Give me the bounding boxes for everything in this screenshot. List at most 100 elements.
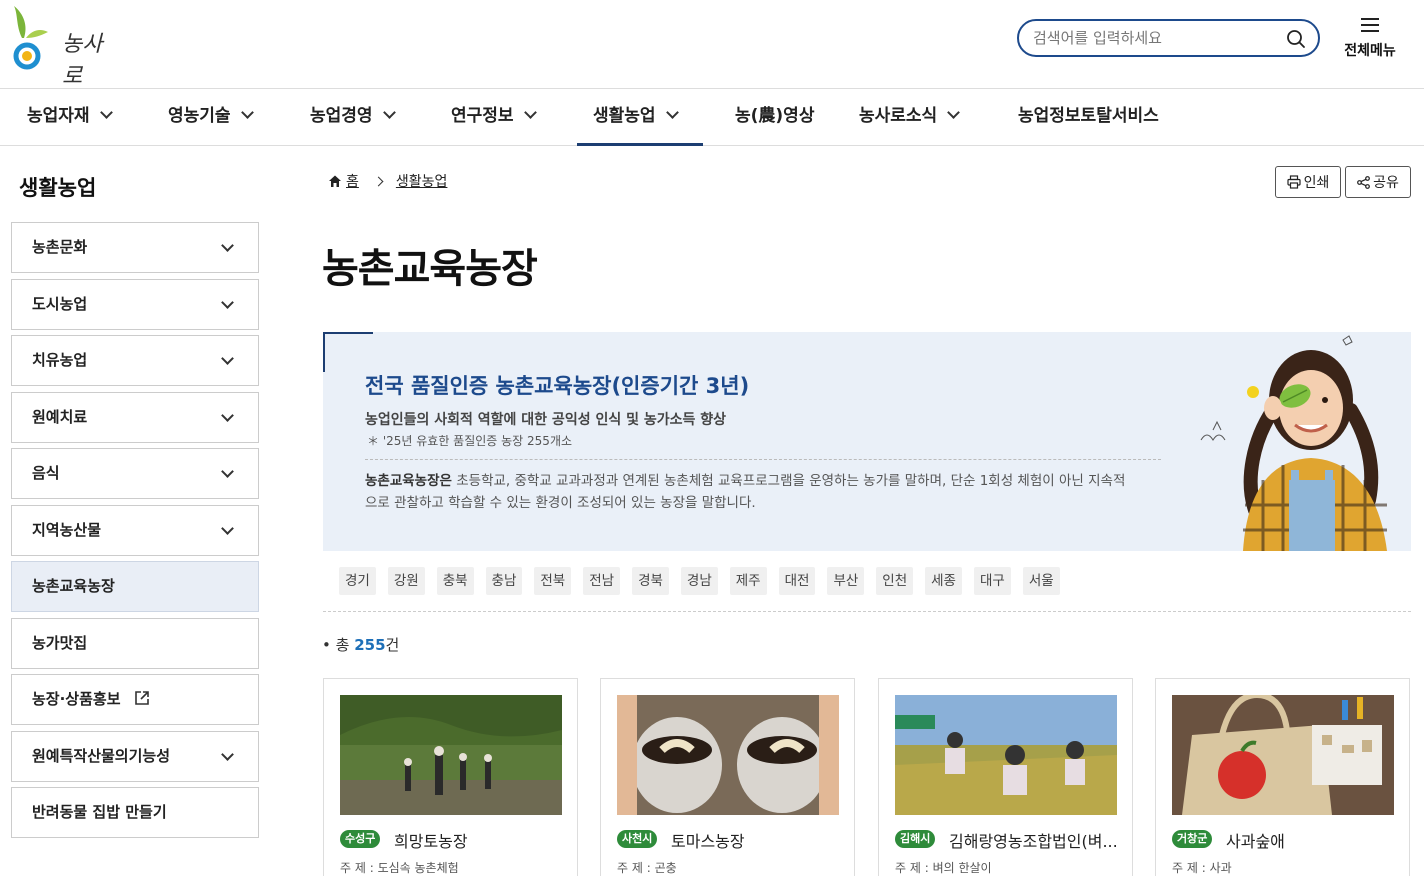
region-tab[interactable]: 서울 (1022, 567, 1060, 595)
chevron-down-icon (221, 465, 234, 478)
lnb-item-pet-food[interactable]: 반려동물 집밥 만들기 (11, 787, 259, 838)
printer-icon (1287, 175, 1301, 189)
side-navigation: 농촌문화 도시농업 치유농업 원예치료 음식 지역농산물 농촌교육농장 농가맛집… (11, 222, 259, 844)
region-tab[interactable]: 대전 (778, 567, 816, 595)
total-number: 255 (354, 636, 386, 654)
region-tab[interactable]: 대구 (973, 567, 1011, 595)
corner-accent (323, 332, 325, 372)
region-tab[interactable]: 충남 (485, 567, 523, 595)
banner-title: 전국 품질인증 농촌교육농장(인증기간 3년) (365, 374, 750, 398)
region-badge: 거창군 (1172, 830, 1213, 848)
region-tab[interactable]: 부산 (827, 567, 865, 595)
lnb-item-food[interactable]: 음식 (11, 448, 259, 499)
lnb-label: 치유농업 (32, 351, 88, 369)
main-navigation: 농업자재 영농기술 농업경영 연구정보 생활농업 농(農)영상 농사로소식 농업… (0, 88, 1424, 146)
region-tab[interactable]: 경북 (632, 567, 669, 595)
lnb-label: 음식 (32, 464, 60, 482)
lnb-label: 반려동물 집밥 만들기 (32, 803, 167, 821)
region-tab[interactable]: 인천 (876, 567, 914, 595)
home-icon (329, 175, 341, 187)
lnb-item-horticultural-functionality[interactable]: 원예특작산물의기능성 (11, 730, 259, 782)
gnb-item-farm-video[interactable]: 농(農)영상 (735, 89, 814, 146)
share-icon (1357, 175, 1371, 189)
farm-name: 사과숲애 (1226, 832, 1285, 851)
chevron-down-icon (221, 408, 234, 422)
region-tab[interactable]: 제주 (729, 567, 767, 595)
region-tab[interactable]: 전북 (534, 567, 572, 595)
print-label: 인쇄 (1303, 175, 1330, 191)
gnb-item-farm-management[interactable]: 농업경영 (310, 89, 396, 146)
lnb-label: 농장·상품홍보 (32, 690, 121, 708)
farm-card[interactable]: 사천시 토마스농장 주 제 : 곤충 (600, 678, 855, 876)
gnb-item-total-service[interactable]: 농업정보토탈서비스 (1018, 89, 1159, 146)
lnb-item-local-produce[interactable]: 지역농산물 (11, 504, 259, 556)
lnb-item-rural-culture[interactable]: 농촌문화 (11, 222, 259, 273)
lnb-item-rural-education-farm[interactable]: 농촌교육농장 (11, 561, 259, 612)
region-filter-tabs: 경기 강원 충북 충남 전북 전남 경북 경남 제주 대전 부산 인천 세종 대… (339, 567, 1072, 595)
region-badge: 수성구 (340, 830, 381, 848)
farm-theme: 주 제 : 사과 (1172, 861, 1232, 875)
lnb-label: 원예특작산물의기능성 (32, 746, 171, 765)
chevron-down-icon (221, 521, 234, 535)
all-menu-button[interactable]: 전체메뉴 (1338, 14, 1402, 60)
banner-description: 농촌교육농장은 초등학교, 중학교 교과과정과 연계된 농촌체험 교육프로그램을… (365, 470, 1135, 514)
lnb-item-healing-farming[interactable]: 치유농업 (11, 335, 259, 386)
farm-card[interactable]: 거창군 사과숲애 주 제 : 사과 (1155, 678, 1410, 876)
farm-photo (1172, 695, 1394, 815)
divider (323, 611, 1411, 612)
total-count: • 총 255건 (322, 636, 400, 654)
lnb-item-urban-farming[interactable]: 도시농업 (11, 278, 259, 330)
chevron-down-icon (221, 352, 234, 365)
search-input[interactable] (1033, 21, 1283, 55)
breadcrumb-home-link[interactable]: 홈 (346, 171, 359, 191)
gnb-label: 농업정보토탈서비스 (1018, 106, 1159, 126)
page-title: 농촌교육농장 (322, 246, 538, 292)
print-button[interactable]: 인쇄 (1275, 166, 1341, 198)
desc-bold: 농촌교육농장은 (365, 473, 452, 489)
site-logo[interactable]: 농사로 (10, 4, 110, 89)
region-tab[interactable]: 경기 (339, 567, 376, 595)
gnb-item-farm-materials[interactable]: 농업자재 (27, 89, 113, 146)
gnb-item-farming-tech[interactable]: 영농기술 (168, 89, 254, 146)
gnb-label: 영농기술 (168, 106, 231, 126)
total-prefix: 총 (335, 636, 355, 654)
region-tab[interactable]: 충북 (436, 567, 474, 595)
search-box (1017, 19, 1320, 57)
external-link-icon (134, 690, 149, 705)
farm-card[interactable]: 김해시 김해랑영농조합법인(벼... 주 제 : 벼의 한살이 (878, 678, 1133, 876)
region-badge: 사천시 (617, 830, 658, 848)
corner-accent (323, 332, 373, 334)
region-tab[interactable]: 세종 (925, 567, 962, 595)
share-button[interactable]: 공유 (1345, 166, 1411, 198)
chevron-right-icon (373, 176, 384, 186)
desc-text: 초등학교, 중학교 교과과정과 연계된 농촌체험 교육프로그램을 운영하는 농가… (365, 473, 1126, 511)
lnb-label: 지역농산물 (32, 520, 102, 539)
lnb-label: 농가맛집 (32, 633, 88, 652)
lnb-item-farm-restaurant[interactable]: 농가맛집 (11, 617, 259, 669)
gnb-label: 농업경영 (310, 106, 373, 126)
region-tab[interactable]: 전남 (583, 567, 621, 595)
gnb-label: 생활농업 (593, 106, 656, 126)
gnb-label: 연구정보 (451, 106, 514, 126)
gnb-item-nongsaro-news[interactable]: 농사로소식 (859, 89, 961, 146)
lnb-label: 원예치료 (32, 407, 88, 426)
chevron-down-icon (221, 295, 234, 309)
chevron-down-icon (665, 106, 679, 119)
gnb-item-living-agriculture[interactable]: 생활농업 (577, 89, 703, 146)
banner-note: ＊ '25년 유효한 품질인증 농장 255개소 (367, 434, 573, 448)
farm-photo (895, 695, 1117, 815)
lnb-item-horticultural-therapy[interactable]: 원예치료 (11, 391, 259, 443)
search-icon[interactable] (1286, 29, 1306, 49)
all-menu-label: 전체메뉴 (1344, 43, 1396, 59)
region-tab[interactable]: 경남 (680, 567, 718, 595)
farm-theme: 주 제 : 도심속 농촌체험 (340, 861, 459, 875)
breadcrumb: 홈 생활농업 (328, 171, 447, 191)
breadcrumb-current-link[interactable]: 생활농업 (396, 171, 448, 191)
chevron-down-icon (221, 239, 234, 252)
lnb-label: 도시농업 (32, 294, 88, 313)
farm-card[interactable]: 수성구 희망토농장 주 제 : 도심속 농촌체험 (323, 678, 578, 876)
intro-banner: 전국 품질인증 농촌교육농장(인증기간 3년) 농업인들의 사회적 역할에 대한… (323, 332, 1411, 551)
lnb-item-farm-promotion[interactable]: 농장·상품홍보 (11, 674, 259, 725)
region-tab[interactable]: 강원 (387, 567, 425, 595)
gnb-item-research-info[interactable]: 연구정보 (451, 89, 537, 146)
